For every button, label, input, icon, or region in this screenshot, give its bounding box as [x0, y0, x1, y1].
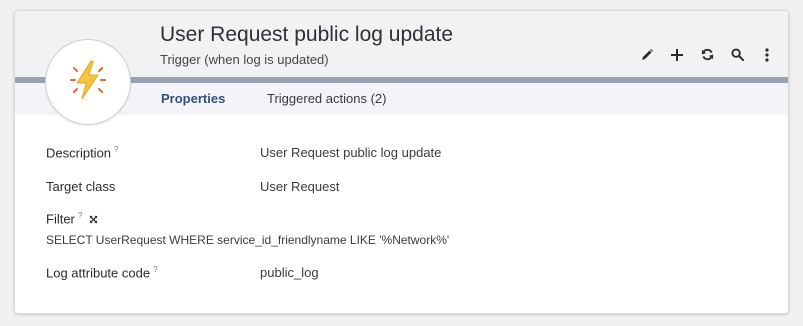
tab-triggered-actions[interactable]: Triggered actions (2): [267, 91, 386, 106]
filter-label: Filter?: [46, 211, 98, 227]
new-button[interactable]: [662, 47, 692, 67]
target-class-label: Target class: [46, 179, 116, 194]
object-icon-badge: [45, 39, 131, 125]
pencil-icon: [640, 48, 654, 67]
filter-help-icon[interactable]: ?: [78, 211, 82, 220]
vertical-dots-icon: [765, 47, 769, 67]
target-class-value: User Request: [260, 179, 340, 194]
object-toolbar: [632, 47, 782, 67]
description-label: Description?: [46, 145, 118, 160]
tab-properties[interactable]: Properties: [161, 91, 225, 106]
edit-button[interactable]: [632, 47, 662, 67]
log-attribute-code-value: public_log: [260, 265, 319, 280]
description-label-text: Description: [46, 145, 112, 161]
refresh-icon: [701, 48, 714, 66]
search-button[interactable]: [722, 47, 752, 67]
filter-label-text: Filter: [46, 211, 75, 227]
refresh-button[interactable]: [692, 47, 722, 67]
log-attribute-code-label: Log attribute code?: [46, 265, 158, 280]
plus-icon: [671, 48, 683, 66]
log-attribute-code-help-icon[interactable]: ?: [153, 265, 157, 274]
tab-bar: [15, 83, 788, 115]
page-title: User Request public log update: [160, 23, 454, 46]
page-subtitle: Trigger (when log is updated): [160, 52, 329, 67]
filter-value: SELECT UserRequest WHERE service_id_frie…: [46, 233, 450, 247]
description-help-icon[interactable]: ?: [114, 145, 118, 154]
object-details-panel: User Request public log update Trigger (…: [14, 10, 789, 314]
expand-icon[interactable]: [89, 212, 98, 227]
log-attribute-code-label-text: Log attribute code: [46, 265, 151, 281]
description-value: User Request public log update: [260, 145, 442, 160]
more-button[interactable]: [752, 47, 782, 67]
search-icon: [730, 48, 744, 66]
lightning-bolt-icon: [65, 57, 111, 108]
